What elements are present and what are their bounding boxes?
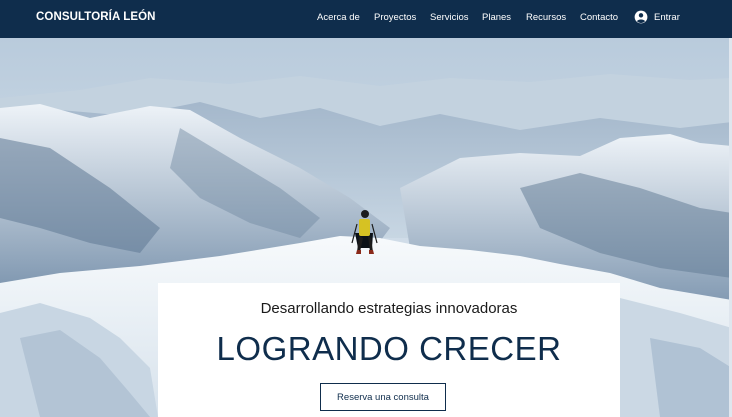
nav-item-contacto[interactable]: Contacto	[580, 12, 618, 23]
nav-item-servicios[interactable]: Servicios	[430, 12, 469, 23]
user-circle-icon	[634, 10, 648, 24]
top-navbar: CONSULTORÍA LEÓN Acerca de Proyectos Ser…	[0, 0, 732, 38]
main-nav: Acerca de Proyectos Servicios Planes Rec…	[0, 12, 732, 26]
login-button[interactable]: Entrar	[634, 10, 680, 24]
nav-item-recursos[interactable]: Recursos	[526, 12, 566, 23]
nav-item-planes[interactable]: Planes	[482, 12, 511, 23]
hero-title: LOGRANDO CRECER	[216, 330, 562, 367]
hero-section: Desarrollando estrategias innovadoras LO…	[0, 38, 732, 417]
hero-card: Desarrollando estrategias innovadoras LO…	[158, 283, 620, 417]
login-label: Entrar	[654, 11, 680, 23]
nav-item-proyectos[interactable]: Proyectos	[374, 12, 416, 23]
book-consultation-button[interactable]: Reserva una consulta	[320, 383, 446, 411]
hero-subtitle: Desarrollando estrategias innovadoras	[260, 300, 518, 317]
nav-item-acerca[interactable]: Acerca de	[317, 12, 360, 23]
